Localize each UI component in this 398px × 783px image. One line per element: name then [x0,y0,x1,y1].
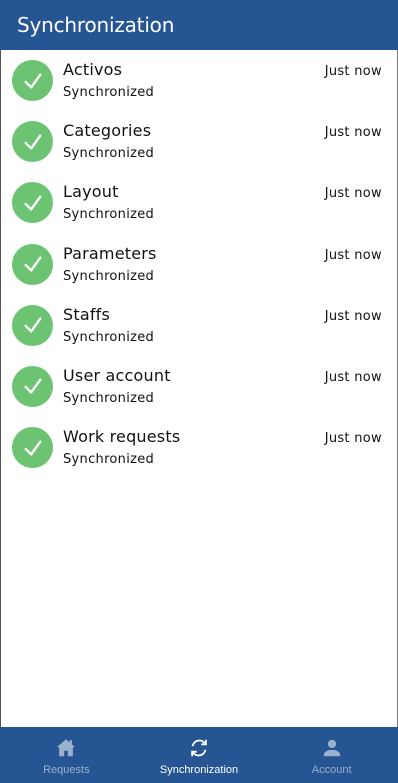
nav-synchronization-label: Synchronization [159,764,239,776]
item-status: Synchronized [63,329,155,345]
list-item-user-account[interactable]: User account Synchronized Just now [1,356,397,417]
item-status: Synchronized [63,452,155,468]
page-title: Synchronization [17,13,175,37]
item-status: Synchronized [63,207,155,223]
item-name: Activos [63,60,123,79]
check-icon [12,60,53,101]
item-time: Just now [324,369,382,385]
item-name: User account [63,365,171,385]
check-icon [12,427,53,469]
list-item-categories[interactable]: Categories Synchronized Just now [1,111,397,172]
item-time: Just now [324,431,382,447]
check-icon [12,121,53,163]
item-status: Synchronized [63,85,155,100]
list-item-work-requests[interactable]: Work requests Synchronized Just now [1,417,397,478]
nav-synchronization-tab[interactable]: Synchronization [133,727,266,783]
app-header: Synchronization [0,0,398,50]
nav-requests-tab[interactable]: Requests [0,727,133,783]
item-status: Synchronized [63,146,155,162]
home-icon [57,739,76,757]
bottom-nav: Requests Synchronization Account [0,727,398,783]
check-icon [12,365,53,407]
item-time: Just now [324,64,382,79]
item-time: Just now [324,186,382,202]
item-status: Synchronized [63,268,155,284]
check-icon [12,243,53,285]
item-time: Just now [324,125,382,141]
sync-list: Activos Synchronized Just now Categories… [0,50,398,727]
item-status: Synchronized [63,390,155,406]
item-name: Staffs [63,304,111,324]
nav-requests-label: Requests [43,764,90,776]
check-icon [12,182,53,224]
check-icon [12,304,53,346]
sync-icon [191,739,207,757]
nav-account-tab[interactable]: Account [265,727,398,783]
item-name: Categories [63,121,152,141]
person-icon [323,739,340,757]
list-item-staffs[interactable]: Staffs Synchronized Just now [1,295,397,356]
list-item-parameters[interactable]: Parameters Synchronized Just now [1,234,397,295]
item-name: Work requests [63,427,181,447]
item-time: Just now [324,247,382,263]
list-item-activos[interactable]: Activos Synchronized Just now [1,50,397,111]
item-time: Just now [324,308,382,324]
nav-account-label: Account [311,764,352,776]
item-name: Layout [63,182,119,202]
item-name: Parameters [63,243,157,263]
list-item-layout[interactable]: Layout Synchronized Just now [1,172,397,233]
